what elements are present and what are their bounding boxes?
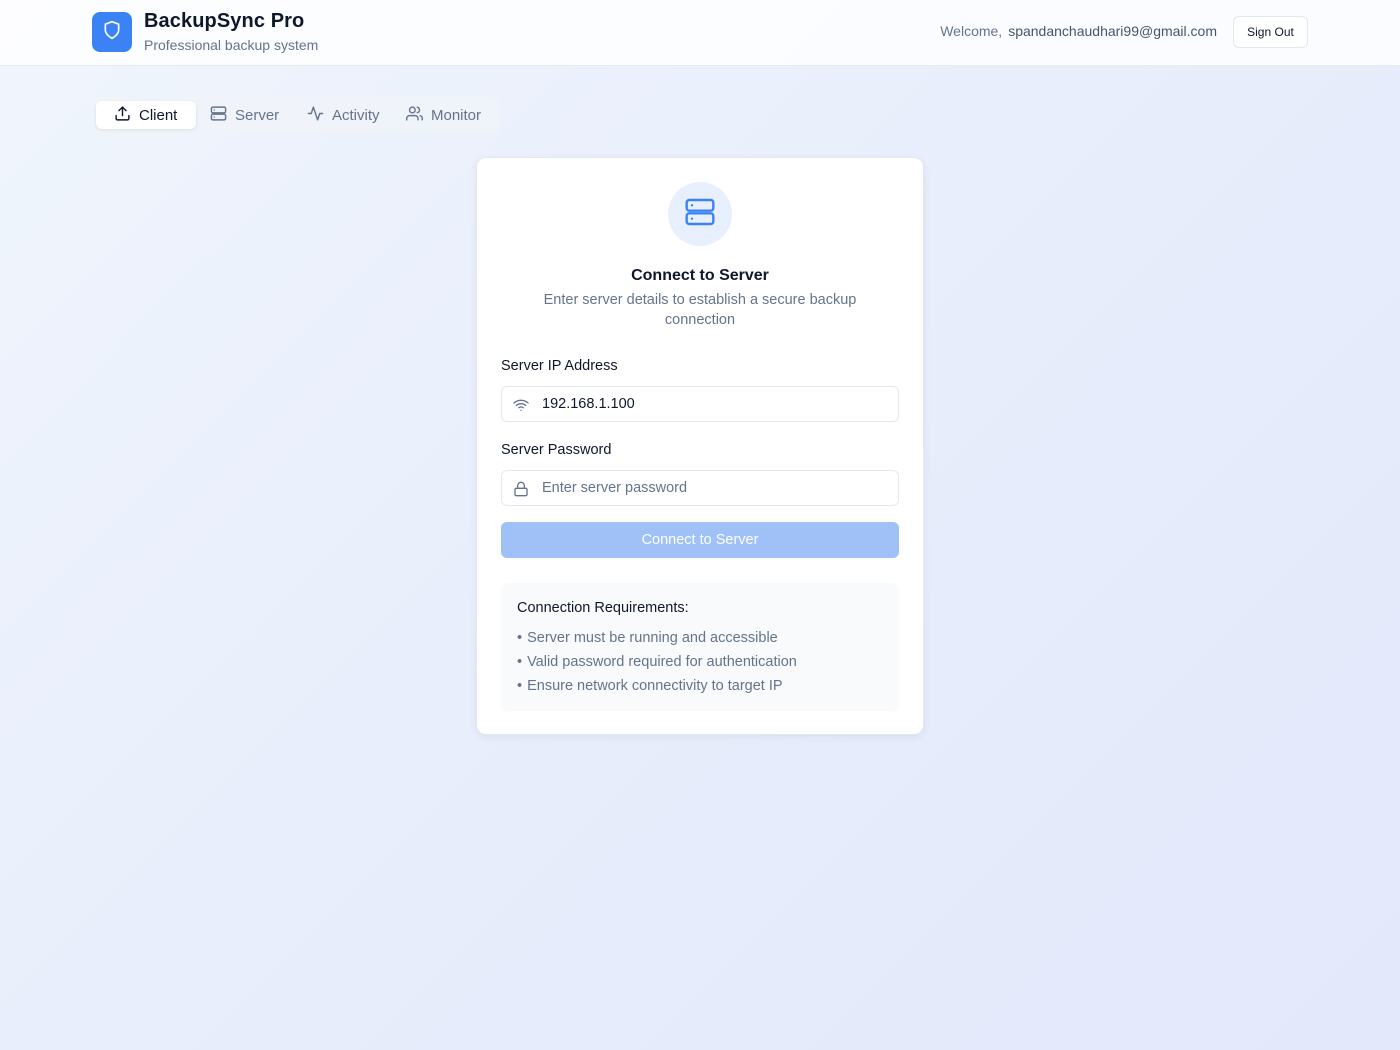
list-item: Server must be running and accessible xyxy=(517,626,797,650)
app-subtitle: Professional backup system xyxy=(144,37,319,53)
welcome-label: Welcome, xyxy=(940,23,1003,39)
connect-server-card: Connect to Server Enter server details t… xyxy=(476,157,924,735)
tab-server[interactable]: Server xyxy=(210,101,279,129)
main-tabs: Client Server Activity Monitor xyxy=(92,97,500,133)
user-email: spandanchaudhari99@gmail.com xyxy=(1008,23,1217,39)
shield-icon xyxy=(102,19,122,46)
password-label: Server Password xyxy=(501,442,612,458)
sign-out-button[interactable]: Sign Out xyxy=(1233,16,1308,48)
tab-label: Client xyxy=(139,106,178,124)
app-title: BackupSync Pro xyxy=(144,10,305,32)
app-header: BackupSync Pro Professional backup syste… xyxy=(0,0,1400,66)
app-logo xyxy=(92,12,132,52)
password-input[interactable] xyxy=(542,471,892,505)
upload-icon xyxy=(114,105,131,126)
welcome-text: Welcome, spandanchaudhari99@gmail.com xyxy=(940,23,1217,39)
requirements-list: Server must be running and accessible Va… xyxy=(517,626,797,698)
tab-client[interactable]: Client xyxy=(96,101,196,129)
card-description: Enter server details to establish a secu… xyxy=(543,292,857,328)
lock-icon xyxy=(513,481,529,497)
server-badge xyxy=(668,182,732,246)
server-icon xyxy=(684,196,716,233)
users-icon xyxy=(406,105,423,126)
tab-label: Server xyxy=(235,106,280,124)
connect-button[interactable]: Connect to Server xyxy=(501,522,899,558)
list-item: Valid password required for authenticati… xyxy=(517,650,797,674)
ip-label: Server IP Address xyxy=(501,358,618,374)
wifi-icon xyxy=(513,397,529,413)
card-title: Connect to Server xyxy=(631,267,769,284)
password-field xyxy=(501,470,899,506)
server-icon xyxy=(210,105,227,126)
requirements-box: Connection Requirements: Server must be … xyxy=(501,583,899,711)
tab-monitor[interactable]: Monitor xyxy=(406,101,481,129)
list-item: Ensure network connectivity to target IP xyxy=(517,674,797,698)
activity-icon xyxy=(307,105,324,126)
tab-label: Activity xyxy=(332,106,380,124)
requirements-title: Connection Requirements: xyxy=(517,600,689,616)
tab-label: Monitor xyxy=(431,106,482,124)
tab-activity[interactable]: Activity xyxy=(307,101,380,129)
ip-field xyxy=(501,386,899,422)
ip-input[interactable] xyxy=(542,387,892,421)
